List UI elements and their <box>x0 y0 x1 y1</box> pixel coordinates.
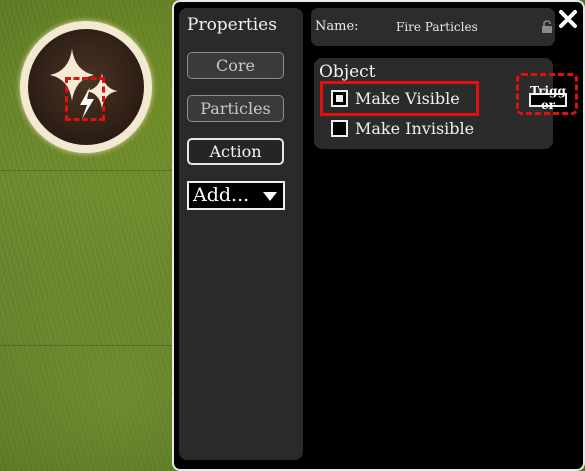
add-action-select[interactable]: Add... <box>187 181 285 210</box>
make-invisible-checkbox[interactable] <box>331 120 348 137</box>
chevron-down-icon <box>263 192 277 201</box>
object-selection-marker <box>65 77 105 121</box>
particles-button[interactable]: Particles <box>187 95 284 122</box>
make-visible-label[interactable]: Make Visible <box>355 89 460 108</box>
close-icon[interactable] <box>557 8 579 30</box>
sidebar-title: Properties <box>187 15 277 35</box>
lock-icon[interactable] <box>541 20 553 34</box>
name-value[interactable]: Fire Particles <box>396 20 478 34</box>
action-button[interactable]: Action <box>187 138 284 165</box>
grid-line <box>0 345 172 346</box>
make-invisible-label[interactable]: Make Invisible <box>355 119 474 138</box>
add-select-value: Add... <box>193 184 250 206</box>
make-visible-checkbox[interactable] <box>331 90 348 107</box>
core-button[interactable]: Core <box>187 52 284 79</box>
name-label: Name: <box>315 19 359 34</box>
trigger-label: Trigger <box>530 84 566 112</box>
grid-line <box>0 170 172 171</box>
object-section-title: Object <box>319 62 376 82</box>
